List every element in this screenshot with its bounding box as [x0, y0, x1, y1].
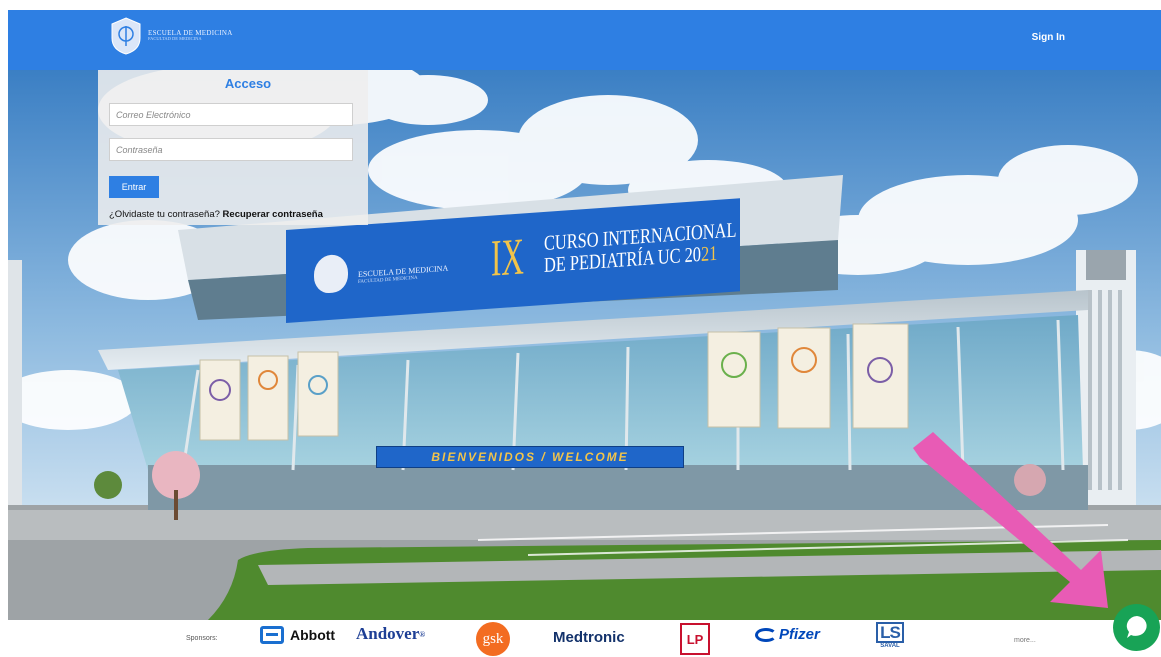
- sponsor-abbott-label: Abbott: [290, 627, 336, 643]
- sponsor-andover-label: Andover: [356, 624, 420, 643]
- login-panel: Acceso Entrar ¿Olvidaste tu contraseña? …: [98, 70, 368, 225]
- chat-bubble-icon: [1126, 616, 1147, 638]
- abbott-logo-icon: [260, 626, 284, 644]
- sponsor-pasteur[interactable]: LP: [680, 623, 710, 655]
- submit-button[interactable]: Entrar: [109, 176, 159, 198]
- more-sponsors-link[interactable]: more...: [1014, 637, 1036, 644]
- email-input[interactable]: [109, 103, 353, 126]
- welcome-sign: BIENVENIDOS / WELCOME: [376, 446, 684, 468]
- sponsor-abbott[interactable]: Abbott: [260, 626, 335, 644]
- sponsor-saval-label: SAVAL: [880, 643, 900, 649]
- banner-seal-icon: [314, 253, 348, 295]
- sponsors-bar: Sponsors: Abbott Andover ® gsk Medtronic …: [0, 620, 1161, 657]
- brand-faculty-name: FACULTAD DE MEDICINA: [148, 36, 202, 42]
- sponsor-medtronic-label: Medtronic: [553, 629, 625, 646]
- sign-in-link[interactable]: Sign In: [1032, 32, 1065, 43]
- sponsor-medtronic[interactable]: Medtronic: [553, 629, 625, 646]
- banner-year-suffix: 21: [700, 240, 718, 267]
- sponsor-gsk[interactable]: gsk: [476, 622, 510, 656]
- sponsor-saval[interactable]: LS SAVAL: [876, 622, 904, 649]
- sponsor-pfizer[interactable]: Pfizer: [755, 626, 820, 643]
- banner-numeral: IX: [491, 228, 524, 288]
- sponsor-andover[interactable]: Andover ®: [356, 624, 425, 644]
- top-navbar: ESCUELA DE MEDICINA FACULTAD DE MEDICINA…: [8, 10, 1161, 70]
- welcome-sign-text: BIENVENIDOS / WELCOME: [431, 450, 629, 464]
- forgot-password-text: ¿Olvidaste tu contraseña?: [109, 209, 220, 220]
- sponsor-gsk-label: gsk: [482, 630, 504, 647]
- sponsors-label: Sponsors:: [186, 635, 218, 642]
- recover-password-link[interactable]: Recuperar contraseña: [223, 209, 323, 220]
- sponsor-pfizer-label: Pfizer: [779, 626, 820, 643]
- forgot-password-row: ¿Olvidaste tu contraseña? Recuperar cont…: [109, 209, 323, 220]
- login-title: Acceso: [224, 76, 272, 91]
- sponsor-lp-label: LP: [686, 631, 704, 647]
- left-building: [8, 260, 22, 510]
- chat-launcher-button[interactable]: [1113, 604, 1160, 651]
- university-seal-icon: [111, 17, 141, 55]
- page: ESCUELA DE MEDICINA FACULTAD DE MEDICINA…: [0, 0, 1161, 657]
- pfizer-swoosh-icon: [755, 627, 777, 642]
- password-input[interactable]: [109, 138, 353, 161]
- brand-logo[interactable]: ESCUELA DE MEDICINA FACULTAD DE MEDICINA: [108, 16, 233, 56]
- sponsor-ls-label: LS: [876, 622, 904, 643]
